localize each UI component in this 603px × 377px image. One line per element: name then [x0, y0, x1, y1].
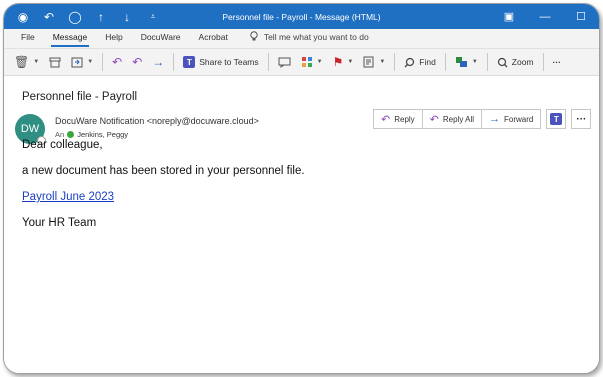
chevron-down-icon: ▼	[316, 59, 323, 65]
forward-label: Forward	[504, 114, 534, 124]
search-icon	[404, 57, 415, 67]
forward-button[interactable]: → Forward	[481, 109, 542, 129]
delete-button[interactable]: 🗑 ▼	[10, 51, 43, 73]
reply-all-icon: ↶	[429, 113, 439, 126]
reply-all-ribbon-button[interactable]: ↶	[128, 51, 146, 73]
reply-all-icon: ↶	[132, 55, 143, 69]
message-pane: Personnel file - Payroll DW DocuWare Not…	[4, 76, 599, 373]
move-button[interactable]: ▼	[67, 51, 97, 73]
separator	[394, 53, 396, 71]
zoom-label: Zoom	[511, 57, 534, 67]
tell-me-search[interactable]: Tell me what you want to do	[237, 30, 378, 48]
editing-button[interactable]: ▼	[359, 51, 389, 73]
chevron-down-icon: ▼	[33, 59, 40, 65]
save-icon[interactable]: ◉	[16, 10, 30, 24]
more-actions-button[interactable]: ···	[571, 109, 592, 129]
archive-button[interactable]	[45, 51, 65, 73]
find-button[interactable]: Find	[400, 51, 440, 73]
reply-label: Reply	[394, 114, 415, 124]
maximize-button[interactable]: ☐	[563, 4, 599, 29]
customize-icon[interactable]: ⩡	[146, 10, 160, 24]
lightbulb-icon	[250, 31, 258, 41]
teams-icon: T	[550, 113, 563, 125]
share-to-teams-label: Share to Teams	[199, 57, 259, 67]
trash-icon: 🗑	[14, 55, 30, 69]
teams-icon: T	[183, 56, 196, 68]
message-subject: Personnel file - Payroll	[22, 91, 138, 103]
forward-icon: →	[489, 113, 501, 125]
to-label: An	[55, 130, 65, 139]
up-arrow-icon[interactable]: ↑	[94, 10, 108, 24]
circle-icon[interactable]: ◯	[68, 10, 82, 24]
zoom-button[interactable]: Zoom	[493, 51, 538, 73]
recipient-name[interactable]: Jenkins, Peggy	[77, 130, 128, 139]
separator	[444, 53, 446, 71]
message-icon	[278, 57, 291, 68]
quick-access-toolbar: ◉ ↶ ◯ ↑ ↓ ⩡	[4, 4, 160, 29]
translate-button[interactable]: ▼	[451, 51, 482, 73]
categorize-button[interactable]: ▼	[297, 51, 327, 73]
translate-icon	[455, 57, 467, 67]
outlook-window: ◉ ↶ ◯ ↑ ↓ ⩡ Personnel file - Payroll - M…	[3, 3, 600, 374]
separator	[102, 53, 104, 71]
separator	[486, 53, 488, 71]
tab-file[interactable]: File	[12, 30, 44, 48]
separator	[173, 53, 175, 71]
reply-icon: ↶	[381, 113, 391, 126]
tab-message[interactable]: Message	[44, 30, 97, 48]
archive-icon	[49, 57, 61, 68]
tab-acrobat[interactable]: Acrobat	[190, 30, 237, 48]
more-icon: ···	[552, 57, 562, 67]
tab-docuware[interactable]: DocuWare	[132, 30, 190, 48]
tell-me-text: Tell me what you want to do	[263, 31, 369, 42]
undo-icon[interactable]: ↶	[42, 10, 56, 24]
chevron-down-icon: ▼	[87, 59, 94, 65]
chevron-down-icon: ▼	[347, 59, 354, 65]
body-text: a new document has been stored in your p…	[22, 165, 305, 177]
edit-document-icon	[363, 56, 374, 68]
separator	[542, 53, 544, 71]
move-folder-icon	[71, 57, 83, 68]
restore-icon[interactable]: ▣	[491, 4, 527, 29]
ribbon: 🗑 ▼ ▼ ↶ ↶ → T Share to Teams ▼ ⚑ ▼ ▼ Fin…	[4, 49, 599, 76]
forward-icon: →	[152, 55, 165, 69]
reply-ribbon-button[interactable]: ↶	[108, 51, 126, 73]
follow-up-button[interactable]: ⚑ ▼	[329, 51, 358, 73]
more-icon: ···	[576, 113, 587, 125]
down-arrow-icon[interactable]: ↓	[120, 10, 134, 24]
zoom-icon	[497, 57, 508, 67]
reply-all-button[interactable]: ↶ Reply All	[421, 109, 483, 129]
document-link[interactable]: Payroll June 2023	[22, 191, 114, 203]
share-to-teams-button[interactable]: T Share to Teams	[179, 51, 262, 73]
message-actions: ↶ Reply ↶ Reply All → Forward T ···	[373, 109, 592, 129]
greeting-text: Dear colleague,	[22, 139, 103, 151]
teams-share-button[interactable]: T	[546, 109, 567, 129]
minimize-button[interactable]: —	[527, 4, 563, 29]
more-ribbon-button[interactable]: ···	[549, 51, 566, 73]
categorize-icon	[301, 57, 312, 67]
presence-available-icon	[67, 131, 75, 138]
find-label: Find	[419, 57, 436, 67]
recipient-line: An Jenkins, Peggy	[55, 130, 128, 139]
sender-name[interactable]: DocuWare Notification <noreply@docuware.…	[55, 116, 259, 126]
tab-help[interactable]: Help	[96, 30, 131, 48]
chevron-down-icon: ▼	[471, 59, 478, 65]
chevron-down-icon: ▼	[379, 59, 386, 65]
reply-icon: ↶	[112, 55, 123, 69]
respond-button[interactable]	[274, 51, 295, 73]
forward-ribbon-button[interactable]: →	[148, 51, 168, 73]
title-bar: ◉ ↶ ◯ ↑ ↓ ⩡ Personnel file - Payroll - M…	[4, 4, 599, 29]
reply-all-label: Reply All	[442, 114, 475, 124]
separator	[267, 53, 269, 71]
signature-text: Your HR Team	[22, 217, 97, 229]
reply-button[interactable]: ↶ Reply	[373, 109, 423, 129]
menu-bar: File Message Help DocuWare Acrobat Tell …	[4, 29, 599, 49]
window-controls: ▣ — ☐	[491, 4, 599, 29]
avatar-initials: DW	[20, 123, 40, 135]
flag-icon: ⚑	[332, 55, 344, 69]
